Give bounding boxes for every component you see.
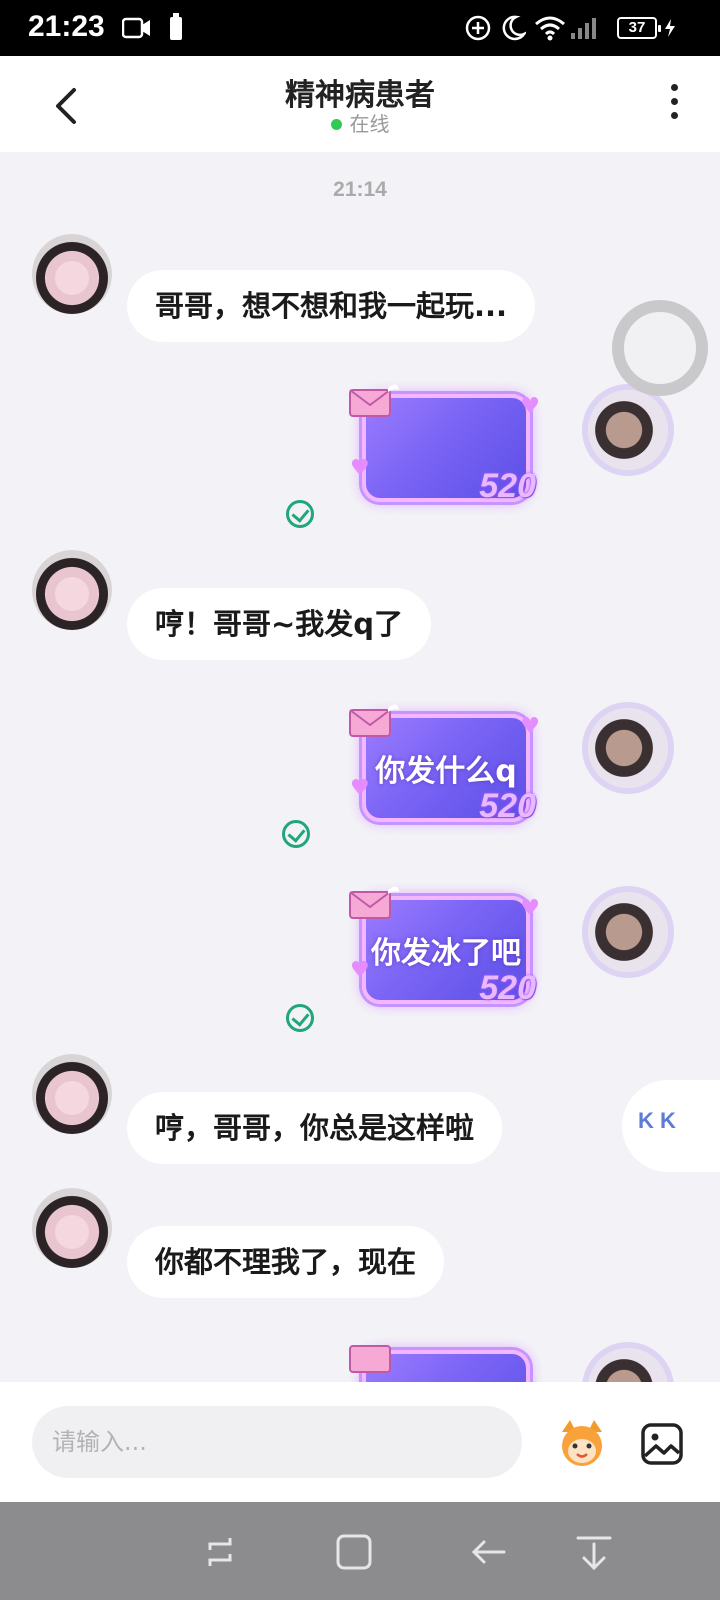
online-dot-icon [330, 119, 342, 130]
read-check-icon [282, 820, 310, 848]
contact-avatar[interactable] [32, 1188, 112, 1268]
contact-avatar[interactable] [32, 550, 112, 630]
video-icon [122, 17, 150, 39]
message-input[interactable] [32, 1406, 522, 1478]
heart-icon: ♥ [350, 776, 370, 801]
hide-nav-icon[interactable] [574, 1532, 614, 1572]
emoji-sticker-icon[interactable] [556, 1418, 608, 1468]
home-icon[interactable] [334, 1532, 374, 1572]
signal-icon [571, 18, 596, 39]
card-badge: 520 [479, 467, 536, 505]
outgoing-gift-card: ♥ ♥ 520 [349, 384, 540, 505]
card-badge: 520 [479, 969, 536, 1007]
back-icon[interactable] [468, 1532, 508, 1572]
online-status-label: 在线 [349, 112, 390, 136]
image-picker-icon[interactable] [640, 1422, 684, 1466]
do-not-disturb-moon-icon [502, 15, 526, 41]
contact-avatar[interactable] [32, 1054, 112, 1134]
recent-apps-icon[interactable] [200, 1532, 240, 1572]
card-badge: 520 [479, 787, 536, 825]
envelope-icon [349, 1345, 391, 1373]
kk-label: K K [638, 1108, 676, 1133]
system-nav-bar [0, 1502, 720, 1600]
battery-indicator: 37 [617, 17, 661, 39]
envelope-icon [349, 886, 399, 919]
heart-icon: ♥ [350, 456, 370, 481]
incoming-message: 哥哥，想不想和我一起玩... [127, 270, 536, 342]
my-avatar[interactable] [588, 390, 668, 470]
envelope-icon [349, 704, 399, 737]
floating-kk-widget[interactable]: K K [622, 1080, 720, 1172]
battery-alert-icon [170, 13, 182, 40]
incoming-message: 你都不理我了，现在 [127, 1226, 445, 1298]
message-timestamp: 21:14 [333, 178, 387, 201]
online-status: 在线 [0, 108, 720, 137]
read-check-icon [286, 500, 314, 528]
data-saver-icon [465, 15, 491, 41]
outgoing-gift-card: 你发冰了吧 ♥ ♥ 520 [349, 886, 540, 1007]
heart-icon: ♥ [520, 714, 540, 739]
status-bar: 21:23 37 [0, 0, 720, 56]
chat-header: 精神病患者 在线 [0, 56, 720, 152]
floating-assistive-button[interactable] [612, 300, 708, 396]
more-options-icon[interactable] [664, 84, 684, 124]
heart-icon: ♥ [520, 394, 540, 419]
heart-icon: ♥ [520, 896, 540, 921]
message-list[interactable]: 21:14 哥哥，想不想和我一起玩... ♥ ♥ 520 哼！哥哥~我发q了 你… [0, 152, 720, 1382]
incoming-message: 哼，哥哥，你总是这样啦 [127, 1092, 503, 1164]
charging-icon [665, 19, 675, 37]
wifi-icon [535, 16, 565, 41]
incoming-message: 哼！哥哥~我发q了 [127, 588, 432, 660]
contact-avatar[interactable] [32, 234, 112, 314]
outgoing-gift-card [349, 1345, 530, 1382]
heart-icon: ♥ [350, 958, 370, 983]
envelope-icon [349, 384, 399, 417]
status-time: 21:23 [28, 10, 105, 43]
read-check-icon [286, 1004, 314, 1032]
my-avatar[interactable] [588, 708, 668, 788]
my-avatar[interactable] [588, 1348, 668, 1382]
my-avatar[interactable] [588, 892, 668, 972]
input-bar [0, 1382, 720, 1502]
outgoing-gift-card: 你发什么q ♥ ♥ 520 [349, 704, 540, 825]
